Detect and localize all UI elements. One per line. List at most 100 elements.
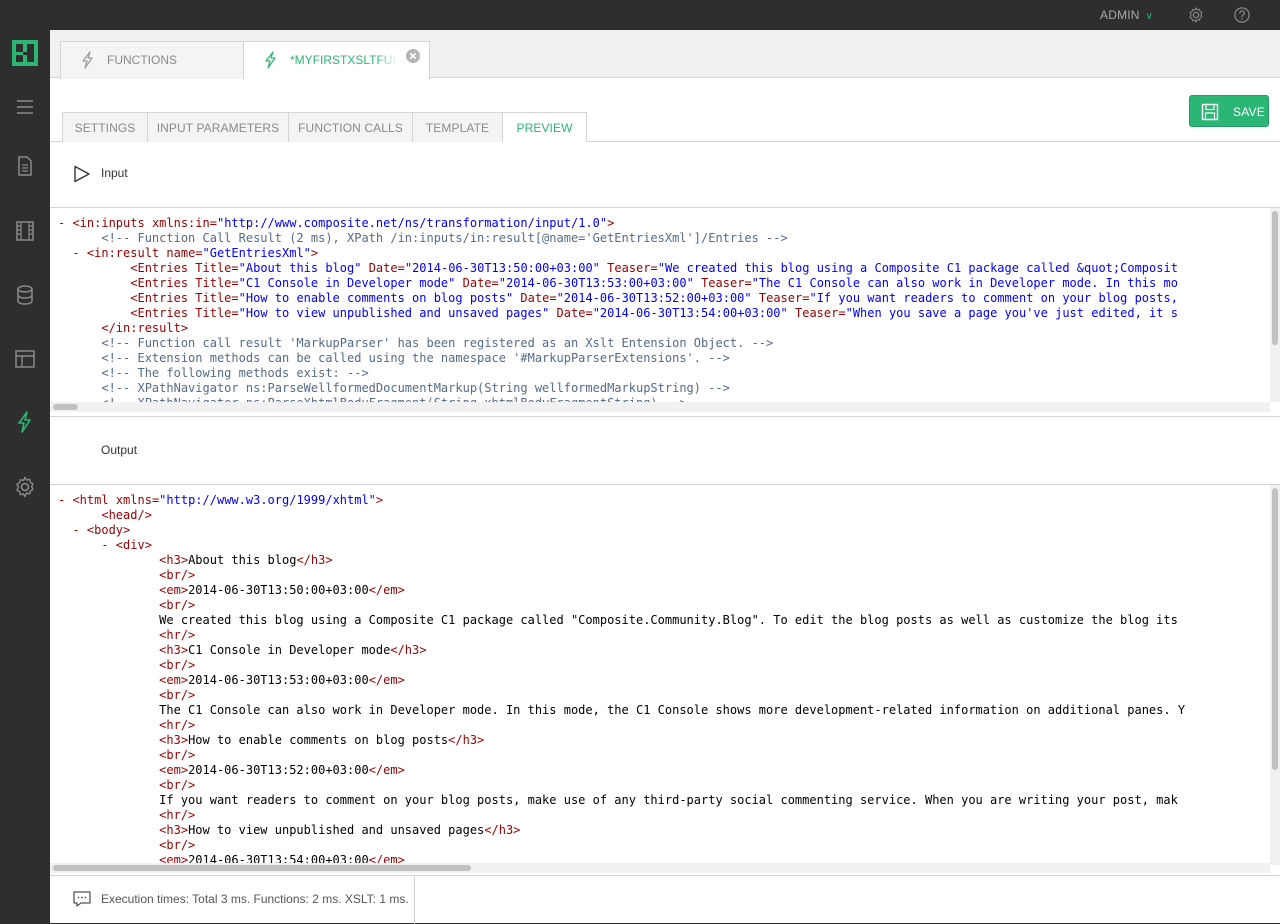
- code-token: Teaser: [701, 276, 745, 290]
- tab-myfirstxsltfunction[interactable]: *MYFIRSTXSLTFUNCTION: [243, 41, 430, 79]
- composite-logo-icon[interactable]: [12, 40, 38, 66]
- code-line: - <in:inputs xmlns:in="http://www.compos…: [58, 216, 1280, 231]
- close-icon[interactable]: [405, 48, 421, 64]
- code-token: Title: [195, 291, 232, 305]
- input-panel-header: Input: [50, 142, 1280, 208]
- sub-toolbar: SETTINGS INPUT PARAMETERS FUNCTION CALLS…: [50, 79, 1280, 143]
- code-line: <br/>: [58, 778, 1280, 793]
- code-token: Date: [520, 291, 550, 305]
- scrollbar-thumb[interactable]: [1272, 488, 1278, 770]
- code-token: =: [838, 306, 846, 320]
- tab-input-parameters[interactable]: INPUT PARAMETERS: [147, 112, 289, 142]
- data-icon[interactable]: [13, 283, 37, 307]
- scrollbar-thumb[interactable]: [53, 865, 471, 871]
- code-line: <hr/>: [58, 628, 1280, 643]
- scrollbar-thumb[interactable]: [53, 404, 78, 410]
- code-token: We created this blog using a Composite C…: [159, 613, 1178, 627]
- code-token: <h3>: [159, 823, 189, 837]
- functions-icon[interactable]: [13, 410, 37, 434]
- code-line: <Entries Title="How to view unpublished …: [58, 306, 1280, 321]
- code-line: <br/>: [58, 748, 1280, 763]
- code-token: 2014-06-30T13:50:00+03:00: [188, 583, 369, 597]
- tab-functions[interactable]: FUNCTIONS: [60, 41, 244, 79]
- code-token: <br/>: [159, 598, 196, 612]
- code-token: =: [491, 276, 499, 290]
- code-line: <br/>: [58, 838, 1280, 853]
- code-token: xmlns: [115, 493, 152, 507]
- code-token: =: [209, 216, 217, 230]
- input-title: Input: [101, 166, 128, 180]
- tab-settings[interactable]: SETTINGS: [62, 112, 148, 142]
- user-menu[interactable]: ADMIN ∨: [1100, 8, 1153, 22]
- code-token: "We created this blog using a Composite …: [657, 261, 1178, 275]
- output-horizontal-scrollbar[interactable]: [50, 863, 1270, 873]
- help-icon[interactable]: [1233, 6, 1251, 24]
- code-token: <h3>: [159, 643, 189, 657]
- input-code-view[interactable]: - <in:inputs xmlns:in="http://www.compos…: [50, 208, 1280, 402]
- code-line: - <html xmlns="http://www.w3.org/1999/xh…: [58, 493, 1280, 508]
- code-line: </in:result>: [58, 321, 1280, 336]
- output-code-view[interactable]: - <html xmlns="http://www.w3.org/1999/xh…: [50, 485, 1280, 865]
- collapse-toggle[interactable]: -: [58, 246, 87, 260]
- code-token: =: [231, 291, 239, 305]
- sidebar: [0, 30, 50, 923]
- layout-icon[interactable]: [13, 347, 37, 371]
- code-token: name: [166, 246, 196, 260]
- collapse-toggle[interactable]: -: [58, 216, 72, 230]
- code-token: <hr/>: [159, 808, 196, 822]
- collapse-toggle[interactable]: -: [58, 493, 72, 507]
- output-vertical-scrollbar[interactable]: [1270, 485, 1280, 865]
- content-icon[interactable]: [13, 154, 37, 178]
- tab-template[interactable]: TEMPLATE: [412, 112, 503, 142]
- code-token: <h3>: [159, 733, 189, 747]
- play-icon[interactable]: [72, 164, 92, 184]
- code-token: "http://www.composite.net/ns/transformat…: [216, 216, 608, 230]
- code-token: <!-- Function Call Result (2 ms), XPath …: [101, 231, 788, 245]
- code-token: "http://www.w3.org/1999/xhtml": [159, 493, 376, 507]
- collapse-toggle[interactable]: -: [58, 538, 116, 552]
- code-token: Title: [195, 306, 232, 320]
- scrollbar-thumb[interactable]: [1272, 211, 1278, 345]
- code-token: "2014-06-30T13:53:00+03:00": [498, 276, 694, 290]
- input-vertical-scrollbar[interactable]: [1270, 208, 1280, 402]
- code-token: </h3>: [484, 823, 521, 837]
- code-token: >: [607, 216, 615, 230]
- tab-function-calls[interactable]: FUNCTION CALLS: [288, 112, 413, 142]
- collapse-toggle[interactable]: -: [58, 523, 87, 537]
- input-horizontal-scrollbar[interactable]: [50, 402, 1270, 412]
- save-button[interactable]: SAVE: [1189, 95, 1269, 127]
- code-token: <in:result: [86, 246, 167, 260]
- code-token: How to enable comments on blog posts: [188, 733, 449, 747]
- code-token: Teaser: [607, 261, 651, 275]
- code-token: <Entries: [130, 291, 196, 305]
- gear-icon[interactable]: [1187, 6, 1205, 24]
- settings-icon[interactable]: [13, 475, 37, 499]
- bolt-icon: [82, 51, 93, 69]
- code-token: "GetEntriesXml": [202, 246, 311, 260]
- code-token: 2014-06-30T13:53:00+03:00: [188, 673, 369, 687]
- code-token: "2014-06-30T13:50:00+03:00": [404, 261, 600, 275]
- code-token: =: [549, 291, 557, 305]
- code-token: =: [744, 276, 752, 290]
- media-icon[interactable]: [13, 219, 37, 243]
- tab-preview[interactable]: PREVIEW: [502, 112, 587, 143]
- code-token: <h3>: [159, 553, 189, 567]
- code-token: <br/>: [159, 568, 196, 582]
- menu-icon[interactable]: [13, 95, 37, 119]
